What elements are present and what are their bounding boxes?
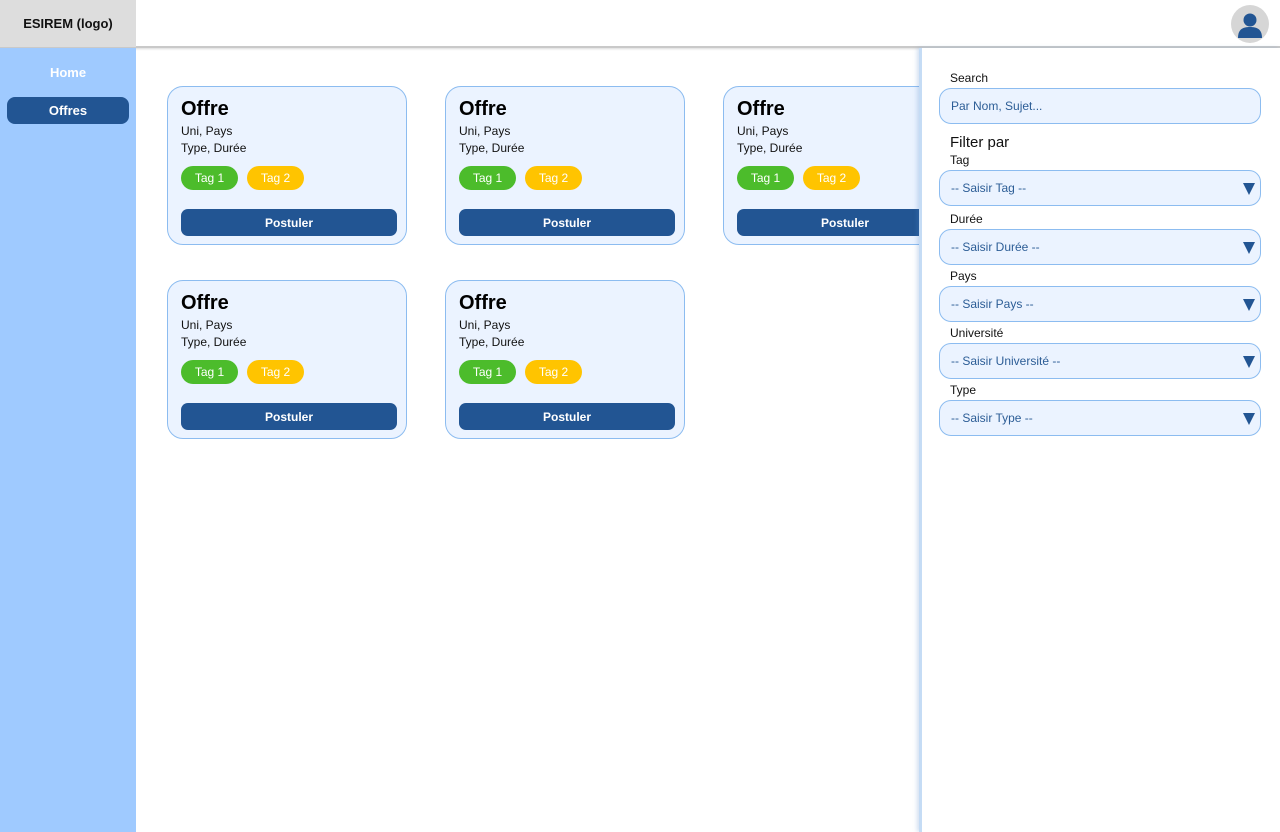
- offer-details: Type, Durée: [459, 141, 525, 155]
- pays-select-value: -- Saisir Pays --: [951, 297, 1034, 311]
- offer-tag-2[interactable]: Tag 2: [525, 166, 582, 190]
- offer-details: Type, Durée: [459, 335, 525, 349]
- offer-location: Uni, Pays: [459, 124, 511, 138]
- offer-location: Uni, Pays: [737, 124, 789, 138]
- offer-card: Offre Uni, Pays Type, Durée Tag 1 Tag 2 …: [445, 86, 685, 245]
- chevron-down-icon: [1243, 183, 1255, 195]
- top-bar: ESIREM (logo): [0, 0, 1280, 48]
- duree-select-value: -- Saisir Durée --: [951, 240, 1040, 254]
- offer-tag-1[interactable]: Tag 1: [737, 166, 794, 190]
- offer-tag-2[interactable]: Tag 2: [247, 166, 304, 190]
- offer-card: Offre Uni, Pays Type, Durée Tag 1 Tag 2 …: [167, 280, 407, 439]
- chevron-down-icon: [1243, 356, 1255, 368]
- sidebar-item-home[interactable]: Home: [7, 59, 129, 86]
- offer-details: Type, Durée: [181, 335, 247, 349]
- chevron-down-icon: [1243, 242, 1255, 254]
- offer-card: Offre Uni, Pays Type, Durée Tag 1 Tag 2 …: [167, 86, 407, 245]
- user-avatar-icon[interactable]: [1231, 5, 1269, 43]
- type-select[interactable]: -- Saisir Type --: [939, 400, 1261, 436]
- offer-title: Offre: [737, 98, 785, 120]
- offer-title: Offre: [459, 98, 507, 120]
- filter-panel: Search Par Nom, Sujet... Filter par Tag …: [919, 48, 1280, 832]
- offer-location: Uni, Pays: [459, 318, 511, 332]
- search-input[interactable]: Par Nom, Sujet...: [939, 88, 1261, 124]
- offer-tag-1[interactable]: Tag 1: [181, 360, 238, 384]
- filter-title: Filter par: [950, 134, 1010, 151]
- offer-location: Uni, Pays: [181, 124, 233, 138]
- universite-select-value: -- Saisir Université --: [951, 354, 1061, 368]
- offer-title: Offre: [459, 292, 507, 314]
- offer-tag-1[interactable]: Tag 1: [181, 166, 238, 190]
- offer-title: Offre: [181, 98, 229, 120]
- offer-tag-2[interactable]: Tag 2: [525, 360, 582, 384]
- postuler-button[interactable]: Postuler: [459, 403, 675, 430]
- offer-card: Offre Uni, Pays Type, Durée Tag 1 Tag 2 …: [445, 280, 685, 439]
- postuler-button[interactable]: Postuler: [459, 209, 675, 236]
- offer-details: Type, Durée: [737, 141, 803, 155]
- logo[interactable]: ESIREM (logo): [0, 0, 136, 47]
- user-avatar-icon-graphic: [1238, 13, 1262, 38]
- tag-select-value: -- Saisir Tag --: [951, 181, 1027, 195]
- pays-select[interactable]: -- Saisir Pays --: [939, 286, 1261, 322]
- offer-details: Type, Durée: [181, 141, 247, 155]
- filter-label-pays: Pays: [950, 269, 977, 283]
- chevron-down-icon: [1243, 299, 1255, 311]
- offer-tag-1[interactable]: Tag 1: [459, 166, 516, 190]
- universite-select[interactable]: -- Saisir Université --: [939, 343, 1261, 379]
- sidebar-item-offres[interactable]: Offres: [7, 97, 129, 124]
- offer-title: Offre: [181, 292, 229, 314]
- duree-select[interactable]: -- Saisir Durée --: [939, 229, 1261, 265]
- filter-label-tag: Tag: [950, 153, 970, 167]
- offer-tag-1[interactable]: Tag 1: [459, 360, 516, 384]
- filter-label-type: Type: [950, 383, 977, 397]
- offer-tag-2[interactable]: Tag 2: [803, 166, 860, 190]
- filter-label-universite: Université: [950, 326, 1004, 340]
- tag-select[interactable]: -- Saisir Tag --: [939, 170, 1261, 206]
- postuler-button[interactable]: Postuler: [181, 403, 397, 430]
- search-label: Search: [950, 71, 989, 85]
- offer-tag-2[interactable]: Tag 2: [247, 360, 304, 384]
- chevron-down-icon: [1243, 413, 1255, 425]
- sidebar: Home Offres: [0, 48, 136, 832]
- postuler-button[interactable]: Postuler: [181, 209, 397, 236]
- type-select-value: -- Saisir Type --: [951, 411, 1033, 425]
- offer-location: Uni, Pays: [181, 318, 233, 332]
- filter-label-duree: Durée: [950, 212, 983, 226]
